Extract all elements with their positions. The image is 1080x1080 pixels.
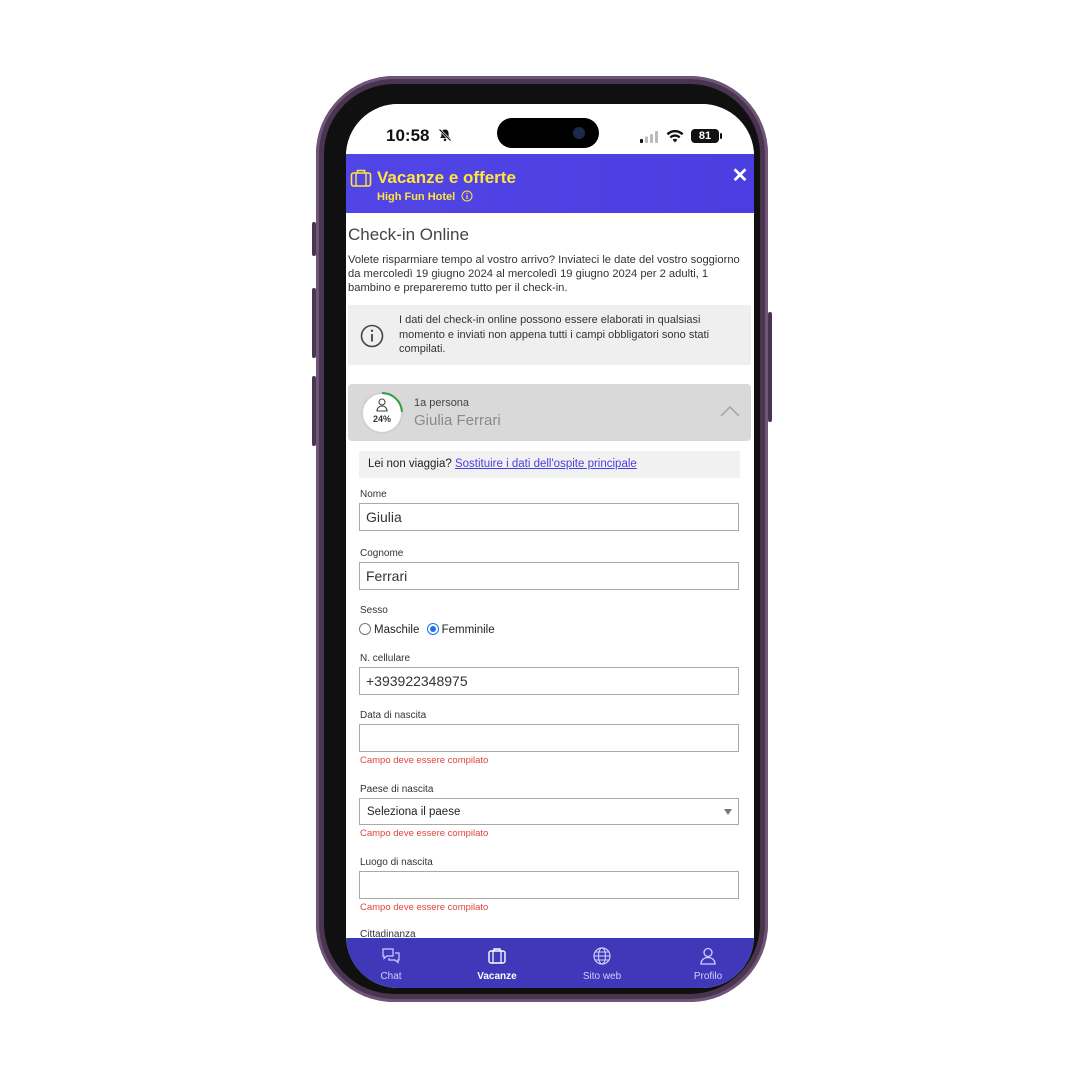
hotel-name-label: High Fun Hotel [377, 191, 456, 203]
battery-indicator: 81 [691, 129, 722, 143]
radio-maschile-label: Maschile [374, 624, 420, 636]
paese-select[interactable]: Seleziona il paese [359, 798, 739, 825]
phone-side-button [312, 222, 316, 256]
paese-select-value: Seleziona il paese [367, 806, 461, 818]
luogo-label: Luogo di nascita [360, 857, 433, 868]
info-notice: I dati del check-in online possono esser… [348, 305, 751, 365]
nav-chat[interactable]: Chat [346, 938, 436, 988]
phone-side-button [312, 376, 316, 446]
nascita-error: Campo deve essere compilato [360, 755, 489, 766]
phone-screen: 10:58 81 Vacanze e offerte High Fun Hote… [346, 104, 754, 988]
nav-vacanze[interactable]: Vacanze [452, 938, 542, 988]
hotel-name[interactable]: High Fun Hotel [377, 190, 473, 203]
chevron-up-icon[interactable] [719, 404, 741, 418]
nav-sito-web-label: Sito web [582, 971, 622, 982]
phone-bezel: 10:58 81 Vacanze e offerte High Fun Hote… [324, 84, 760, 994]
person-name: Giulia Ferrari [414, 412, 501, 429]
cognome-input[interactable]: Ferrari [359, 562, 739, 590]
radio-femminile-circle[interactable] [426, 623, 439, 635]
sesso-radio-group: Maschile Femminile [359, 623, 499, 639]
status-time: 10:58 [386, 126, 430, 145]
dropdown-arrow-icon [724, 809, 732, 815]
luogo-error: Campo deve essere compilato [360, 902, 489, 913]
info-icon [360, 324, 384, 348]
nav-profilo[interactable]: Profilo [663, 938, 753, 988]
person-accordion[interactable]: 24% 1a persona Giulia Ferrari [348, 384, 751, 441]
sesso-label: Sesso [360, 605, 388, 616]
intro-text: Volete risparmiare tempo al vostro arriv… [348, 254, 740, 294]
phone-side-button [312, 288, 316, 358]
replace-question: Lei non viaggia? [368, 458, 452, 470]
progress-percent: 24% [372, 414, 391, 424]
person-icon [376, 398, 388, 412]
person-icon [700, 947, 716, 965]
replace-guest-link[interactable]: Sostituire i dati dell'ospite principale [455, 458, 637, 470]
nav-sito-web[interactable]: Sito web [557, 938, 647, 988]
replace-guest-bar: Lei non viaggia? Sostituire i dati dell'… [359, 451, 740, 478]
header-title: Vacanze e offerte [377, 168, 516, 187]
radio-femminile[interactable]: Femminile [426, 623, 495, 636]
replace-text: Lei non viaggia? Sostituire i dati dell'… [368, 458, 637, 470]
chat-icon [382, 948, 400, 964]
bell-muted-icon [438, 128, 452, 142]
app-header: Vacanze e offerte High Fun Hotel ✕ [346, 154, 754, 213]
nome-label: Nome [360, 489, 387, 500]
bottom-nav: Chat Vacanze Sito web Profilo [346, 938, 754, 988]
radio-femminile-label: Femminile [441, 624, 495, 636]
suitcase-icon [350, 169, 372, 187]
person-label: 1a persona [414, 397, 470, 409]
suitcase-icon [488, 948, 506, 964]
cellulare-label: N. cellulare [360, 653, 411, 664]
cellulare-input[interactable]: +393922348975 [359, 667, 739, 695]
checkin-content[interactable]: Check-in Online Volete risparmiare tempo… [346, 213, 754, 938]
paese-error: Campo deve essere compilato [360, 828, 489, 839]
radio-maschile-circle[interactable] [359, 623, 371, 635]
camera-icon [573, 127, 585, 139]
cittadinanza-label: Cittadinanza [360, 929, 416, 938]
globe-icon [593, 947, 611, 965]
paese-label: Paese di nascita [360, 784, 434, 795]
dynamic-island [497, 118, 599, 148]
radio-maschile[interactable]: Maschile [359, 623, 419, 636]
info-icon[interactable] [461, 190, 473, 202]
phone-side-button [768, 312, 772, 422]
cognome-label: Cognome [360, 548, 404, 559]
page-title: Check-in Online [348, 225, 469, 244]
luogo-input[interactable] [359, 871, 739, 899]
signal-icon [640, 131, 658, 143]
nascita-input[interactable] [359, 724, 739, 752]
close-button[interactable]: ✕ [730, 166, 750, 186]
nav-vacanze-label: Vacanze [477, 971, 517, 982]
status-bar: 10:58 81 [346, 104, 754, 154]
nav-chat-label: Chat [380, 971, 402, 982]
nav-profilo-label: Profilo [693, 971, 723, 982]
phone-frame: 10:58 81 Vacanze e offerte High Fun Hote… [312, 76, 772, 1002]
wifi-icon [666, 130, 684, 143]
notice-text: I dati del check-in online possono esser… [399, 314, 710, 355]
nome-input[interactable]: Giulia [359, 503, 739, 531]
nascita-label: Data di nascita [360, 710, 427, 721]
